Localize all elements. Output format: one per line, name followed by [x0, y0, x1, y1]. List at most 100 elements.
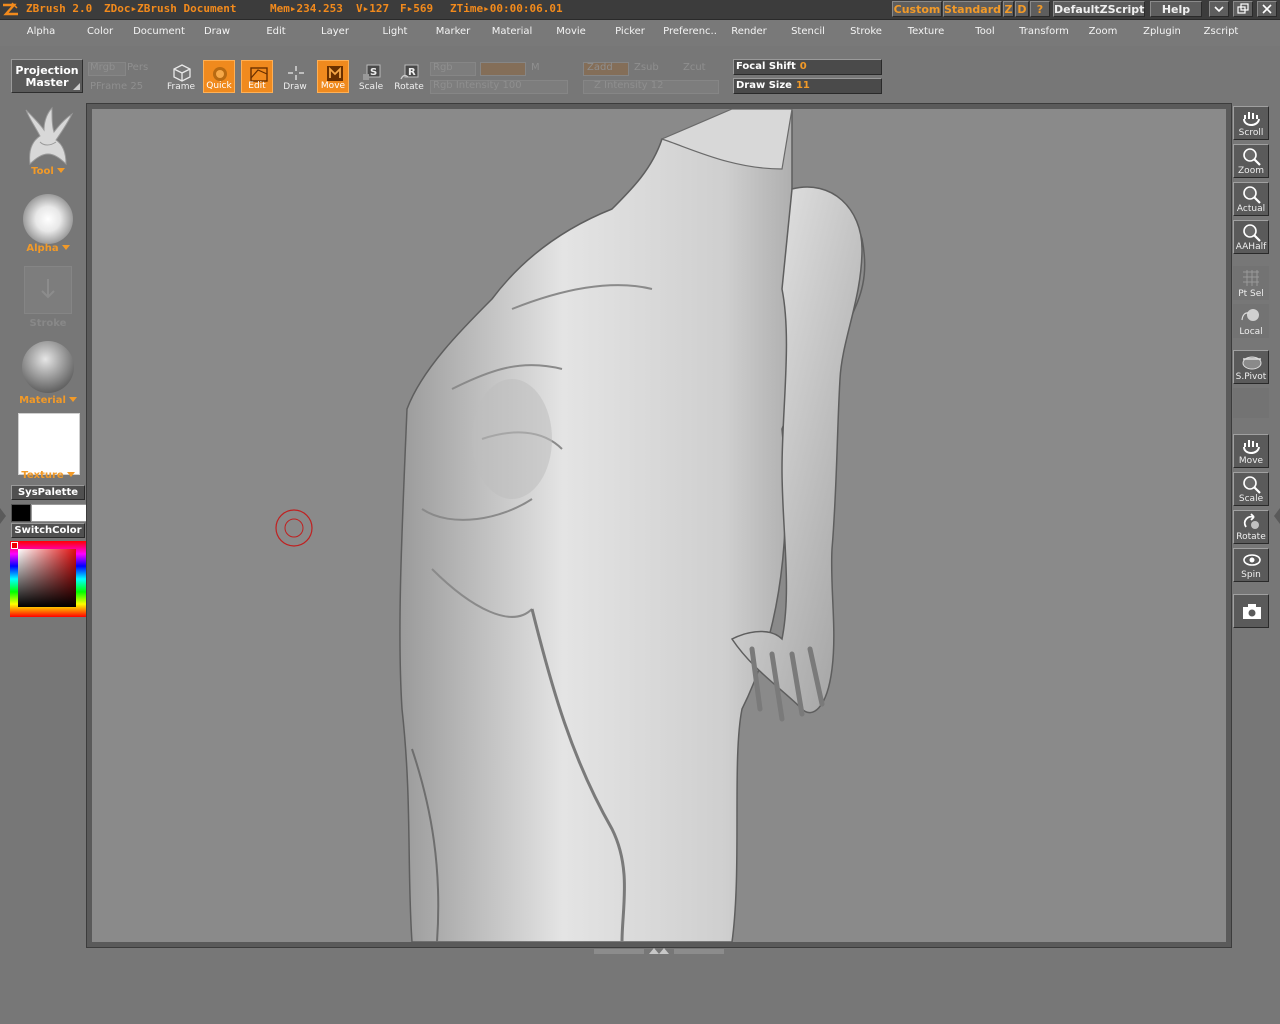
menu-stencil[interactable]: Stencil: [791, 26, 825, 37]
texture-picker[interactable]: Texture: [0, 470, 96, 481]
move-tool-button[interactable]: Move: [317, 60, 349, 93]
menu-stroke[interactable]: Stroke: [850, 26, 882, 37]
zcut-label: Zcut: [683, 62, 706, 73]
question-button[interactable]: ?: [1030, 1, 1050, 17]
actual-size-icon: [1243, 186, 1261, 204]
texture-thumbnail[interactable]: [18, 413, 80, 475]
menu-zoom[interactable]: Zoom: [1089, 26, 1118, 37]
primary-color-swatch[interactable]: [31, 504, 87, 522]
move-view-button[interactable]: Move: [1233, 434, 1269, 468]
tool-thumbnail-icon[interactable]: [22, 106, 74, 166]
tool-label: Tool: [31, 166, 54, 177]
spivot-button[interactable]: S.Pivot: [1233, 350, 1269, 384]
move-view-label: Move: [1238, 456, 1264, 466]
scroll-label: Scroll: [1238, 128, 1264, 138]
camera-icon: [1243, 604, 1261, 619]
draw-size-label: Draw Size: [736, 80, 792, 91]
zoom-button[interactable]: Zoom: [1233, 144, 1269, 178]
chevron-down-icon: [68, 397, 77, 402]
aahalf-button[interactable]: AAHalf: [1233, 220, 1269, 254]
tool-picker[interactable]: Tool: [0, 166, 96, 177]
right-collapse-arrow-icon[interactable]: [1274, 508, 1280, 524]
material-picker[interactable]: Material: [0, 395, 96, 406]
menu-alpha[interactable]: Alpha: [27, 26, 55, 37]
scale-view-button[interactable]: Scale: [1233, 472, 1269, 506]
menu-edit[interactable]: Edit: [266, 26, 285, 37]
color-marker-icon: [11, 542, 18, 549]
menu-movie[interactable]: Movie: [556, 26, 586, 37]
menu-draw[interactable]: Draw: [204, 26, 230, 37]
zoom-label: Zoom: [1238, 166, 1264, 176]
rotate-view-label: Rotate: [1236, 532, 1266, 542]
move-tool-label: Move: [320, 81, 346, 91]
material-thumbnail-icon[interactable]: [22, 341, 74, 393]
menu-layer[interactable]: Layer: [321, 26, 349, 37]
projection-master-label: Projection Master: [15, 64, 79, 89]
close-icon[interactable]: [1257, 1, 1277, 17]
menu-picker[interactable]: Picker: [615, 26, 645, 37]
default-zscript-button[interactable]: DefaultZScript: [1053, 1, 1145, 17]
m-label: M: [531, 62, 540, 73]
menu-light[interactable]: Light: [383, 26, 408, 37]
vertex-count: V▸127: [356, 2, 390, 15]
rotate-tool-button[interactable]: R Rotate: [393, 60, 425, 93]
restore-icon[interactable]: [1233, 1, 1253, 17]
alpha-thumbnail-icon[interactable]: [23, 194, 73, 244]
menu-transform[interactable]: Transform: [1019, 26, 1069, 37]
menu-color[interactable]: Color: [87, 26, 113, 37]
rotate-view-button[interactable]: Rotate: [1233, 510, 1269, 544]
quick-button[interactable]: Quick: [203, 60, 235, 93]
menu-document[interactable]: Document: [133, 26, 185, 37]
svg-text:R: R: [408, 67, 416, 78]
menu-tool[interactable]: Tool: [975, 26, 994, 37]
magnifier-icon: [1243, 476, 1261, 494]
chevron-down-icon: [61, 245, 70, 250]
minimize-icon[interactable]: [1209, 1, 1229, 17]
sculpt-figure-icon: [399, 109, 866, 942]
menu-render[interactable]: Render: [731, 26, 767, 37]
d-button[interactable]: D: [1015, 1, 1029, 17]
scale-tool-button[interactable]: S Scale: [355, 60, 387, 93]
left-collapse-arrow-icon[interactable]: [0, 508, 6, 524]
ptsel-button[interactable]: Pt Sel: [1233, 266, 1269, 300]
frame-button[interactable]: Frame: [165, 60, 197, 93]
ztime-readout: ZTime▸00:00:06.01: [450, 2, 563, 15]
spin-button[interactable]: Spin: [1233, 548, 1269, 582]
projection-master-button[interactable]: Projection Master: [11, 59, 83, 93]
menu-zplugin[interactable]: Zplugin: [1143, 26, 1181, 37]
actual-button[interactable]: Actual: [1233, 182, 1269, 216]
help-button[interactable]: Help: [1150, 1, 1202, 17]
menu-marker[interactable]: Marker: [436, 26, 471, 37]
alpha-picker[interactable]: Alpha: [0, 243, 96, 254]
snapshot-button[interactable]: [1233, 594, 1269, 628]
switchcolor-button[interactable]: SwitchColor: [11, 523, 85, 538]
draw-button[interactable]: Draw: [279, 60, 311, 93]
focal-shift-slider[interactable]: Focal Shift 0: [733, 59, 882, 75]
syspalette-button[interactable]: SysPalette: [11, 485, 85, 500]
edit-button[interactable]: Edit: [241, 60, 273, 93]
menu-material[interactable]: Material: [492, 26, 533, 37]
menu-zscript[interactable]: Zscript: [1204, 26, 1239, 37]
menu-preferences[interactable]: Preferenc..: [663, 26, 717, 37]
local-button[interactable]: Local: [1233, 304, 1269, 338]
color-picker[interactable]: [10, 541, 86, 617]
zsub-label: Zsub: [634, 62, 659, 73]
document-canvas[interactable]: [92, 109, 1226, 942]
color-square[interactable]: [18, 549, 76, 607]
stroke-thumbnail-icon: [24, 266, 72, 314]
standard-ui-button[interactable]: Standard: [943, 1, 1002, 17]
local-sphere-icon: [1241, 309, 1259, 321]
rgb-label: Rgb: [433, 62, 453, 73]
tray-handle-icon[interactable]: [594, 946, 724, 956]
custom-ui-button[interactable]: Custom: [892, 1, 942, 17]
scroll-button[interactable]: Scroll: [1233, 106, 1269, 140]
alpha-label: Alpha: [26, 243, 59, 254]
menu-texture[interactable]: Texture: [908, 26, 945, 37]
z-button[interactable]: Z: [1003, 1, 1014, 17]
secondary-color-swatch[interactable]: [11, 504, 31, 522]
rotate-tool-label: Rotate: [394, 82, 424, 92]
frame-label: Frame: [166, 82, 196, 92]
scale-view-label: Scale: [1238, 494, 1264, 504]
draw-size-slider[interactable]: Draw Size 11: [733, 78, 882, 94]
pivot-icon: [1242, 356, 1262, 370]
